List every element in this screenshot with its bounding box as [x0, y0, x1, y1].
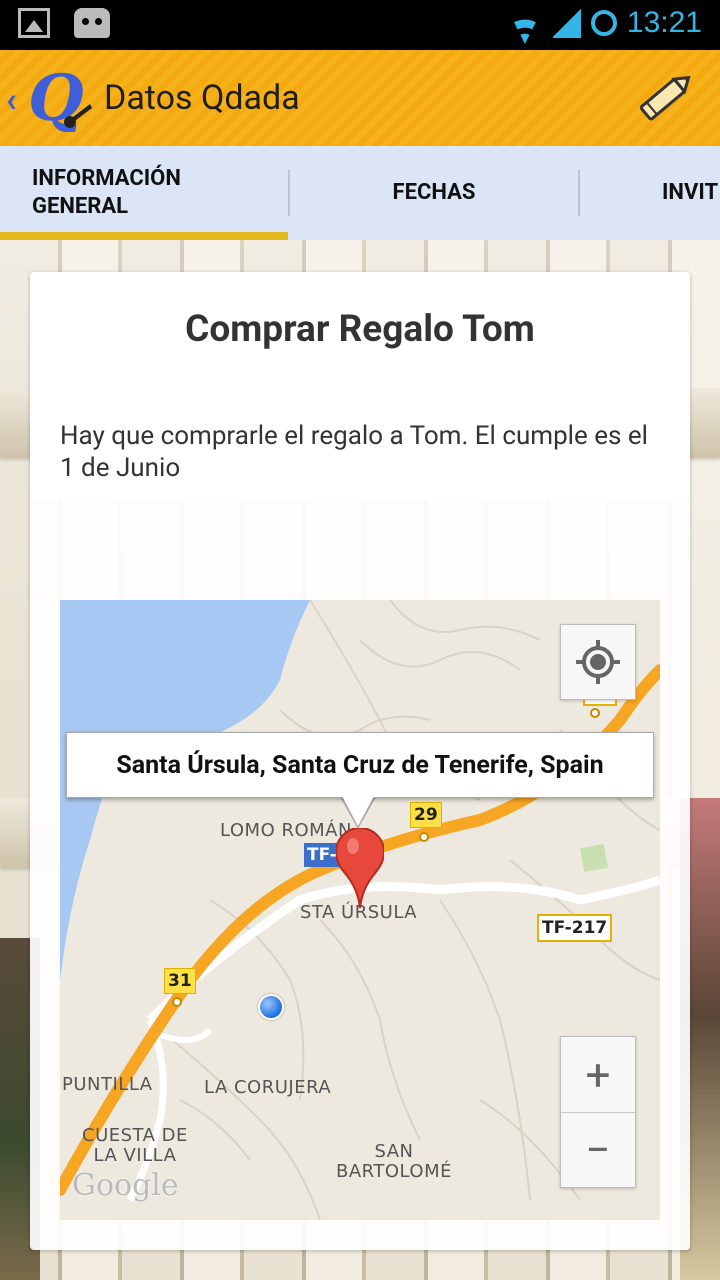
- google-attribution: Google: [72, 1168, 179, 1203]
- zoom-out-button[interactable]: −: [561, 1112, 635, 1187]
- map-view[interactable]: LOMO ROMÁN STA ÚRSULA PUNTILLA LA CORUJE…: [60, 600, 660, 1220]
- tab-label: FECHAS: [392, 180, 476, 205]
- map-label-line: CUESTA DE: [82, 1125, 188, 1146]
- tab-fechas[interactable]: FECHAS: [290, 146, 578, 240]
- road-badge-29: 29: [410, 802, 442, 828]
- road-badge-tf-217: TF-217: [537, 914, 613, 942]
- map-label-puntilla: PUNTILLA: [62, 1074, 153, 1095]
- tab-label-line1: INFORMACIÓN: [32, 166, 181, 191]
- map-label-cuesta-de-la-villa: CUESTA DE LA VILLA: [82, 1126, 188, 1166]
- tab-label: INVIT: [662, 180, 719, 205]
- event-title: Comprar Regalo Tom: [185, 308, 535, 351]
- back-icon[interactable]: ‹: [6, 80, 17, 120]
- android-icon: [74, 8, 110, 38]
- signal-icon: [552, 8, 581, 38]
- road-badge-tf: TF-: [304, 843, 340, 867]
- map-label-lomo-roman: LOMO ROMÁN: [220, 820, 352, 841]
- tab-bar: INFORMACIÓN GENERAL FECHAS INVIT: [0, 146, 720, 240]
- tab-informacion-general[interactable]: INFORMACIÓN GENERAL: [0, 146, 288, 240]
- event-description: Hay que comprarle el regalo a Tom. El cu…: [60, 421, 648, 483]
- my-location-dot: [258, 994, 284, 1020]
- pencil-icon[interactable]: [634, 64, 700, 130]
- map-label-line: BARTOLOMÉ: [336, 1161, 452, 1182]
- tab-selected-indicator: [0, 232, 288, 240]
- zoom-controls: + −: [560, 1036, 636, 1188]
- page-title: Datos Qdada: [104, 78, 300, 118]
- tab-invitados[interactable]: INVIT: [580, 146, 720, 240]
- status-time: 13:21: [626, 6, 702, 39]
- map-info-window[interactable]: Santa Úrsula, Santa Cruz de Tenerife, Sp…: [66, 732, 654, 798]
- map-marker-icon[interactable]: [336, 828, 384, 910]
- map-label-la-corujera: LA CORUJERA: [204, 1077, 332, 1098]
- my-location-button[interactable]: [560, 624, 636, 700]
- zoom-in-button[interactable]: +: [561, 1037, 635, 1113]
- map-label-san-bartolome: SAN BARTOLOMÉ: [336, 1142, 452, 1182]
- card-header: Comprar Regalo Tom Hay que comprarle el …: [30, 272, 690, 500]
- app-logo-icon[interactable]: Q: [24, 62, 94, 132]
- road-badge-31: 31: [164, 968, 196, 994]
- map-label-line: SAN: [374, 1141, 414, 1162]
- map-label-line: LA VILLA: [93, 1145, 177, 1166]
- sync-icon: [590, 10, 617, 36]
- wifi-icon: [507, 8, 543, 38]
- info-window-text: Santa Úrsula, Santa Cruz de Tenerife, Sp…: [116, 750, 604, 780]
- info-window-tail: [342, 796, 374, 826]
- action-bar: ‹ Q Datos Qdada: [0, 50, 720, 148]
- tab-label-line2: GENERAL: [32, 194, 129, 219]
- image-icon: [18, 8, 50, 38]
- status-bar: 13:21: [0, 0, 720, 50]
- locate-icon: [576, 640, 620, 684]
